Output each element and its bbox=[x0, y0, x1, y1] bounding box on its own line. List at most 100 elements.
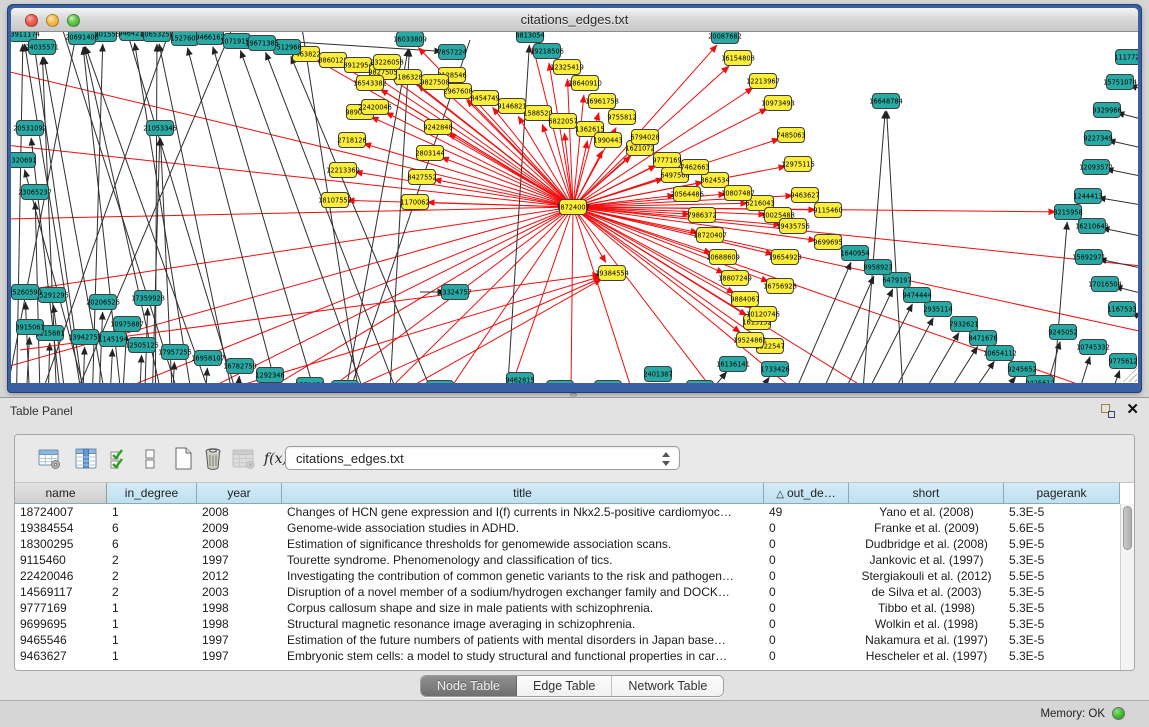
column-header-title[interactable]: title bbox=[282, 483, 764, 504]
column-header-pagerank[interactable]: pagerank bbox=[1004, 483, 1120, 504]
graph-node[interactable]: 23226058 bbox=[370, 55, 404, 70]
column-header-out_de[interactable]: △out_de… bbox=[764, 483, 849, 504]
graph-node[interactable]: 10653257 bbox=[140, 32, 174, 42]
graph-node[interactable]: 10122115 bbox=[591, 381, 625, 384]
graph-node[interactable]: 1733426 bbox=[760, 362, 789, 377]
graph-node[interactable]: 8958923 bbox=[863, 260, 892, 275]
graph-node[interactable]: 16543382 bbox=[353, 76, 387, 91]
graph-node[interactable]: 12505125 bbox=[125, 338, 159, 353]
graph-node[interactable]: 7485063 bbox=[776, 128, 805, 143]
graph-node[interactable]: 16782759 bbox=[223, 359, 257, 374]
graph-node[interactable]: 1640954 bbox=[840, 246, 869, 261]
graph-node[interactable]: 19218506 bbox=[530, 44, 564, 59]
graph-node[interactable]: 1145194 bbox=[98, 332, 127, 347]
graph-node[interactable]: 18640910 bbox=[568, 76, 602, 91]
graph-node[interactable]: 12325419 bbox=[550, 60, 584, 75]
graph-node[interactable]: 9755812 bbox=[607, 110, 636, 125]
graph-node[interactable]: 1244413 bbox=[1073, 189, 1102, 204]
graph-node[interactable]: 12093572 bbox=[1079, 160, 1113, 175]
graph-node[interactable]: 20206526 bbox=[86, 295, 120, 310]
graph-node[interactable]: 8813054 bbox=[515, 32, 544, 43]
graph-node[interactable]: 9242848 bbox=[423, 120, 452, 135]
graph-node[interactable]: 19435756 bbox=[776, 219, 810, 234]
graph-node[interactable]: 17016504 bbox=[1088, 277, 1122, 292]
graph-node[interactable]: 16756928 bbox=[763, 279, 797, 294]
graph-node[interactable]: 1962515 bbox=[545, 381, 574, 384]
graph-node[interactable]: 9775612 bbox=[1108, 354, 1137, 369]
graph-node[interactable]: 7462663 bbox=[680, 160, 709, 175]
table-row[interactable]: 1456911722003Disruption of a novel membe… bbox=[15, 584, 1120, 600]
graph-node[interactable]: 18724007 bbox=[556, 200, 590, 215]
graph-node[interactable]: 3215958 bbox=[1053, 205, 1082, 220]
close-panel-icon[interactable]: ✕ bbox=[1126, 401, 1139, 419]
graph-node[interactable]: 9463627 bbox=[790, 188, 819, 203]
show-columns-icon[interactable] bbox=[73, 446, 99, 472]
graph-node[interactable]: 16961758 bbox=[585, 94, 619, 109]
graph-node[interactable]: 9827508 bbox=[420, 75, 449, 90]
unselect-all-icon[interactable] bbox=[137, 446, 163, 472]
graph-node[interactable]: 1292346 bbox=[255, 368, 284, 383]
column-header-name[interactable]: name bbox=[15, 483, 107, 504]
table-row[interactable]: 946362711997Embryonic stem cells: a mode… bbox=[15, 648, 1120, 664]
graph-node[interactable]: 2803144 bbox=[415, 146, 444, 161]
graph-node[interactable]: 7857224 bbox=[437, 45, 466, 60]
graph-node[interactable]: 9884067 bbox=[730, 292, 759, 307]
graph-node[interactable]: 7986372 bbox=[687, 208, 716, 223]
graph-node[interactable]: 1117725 bbox=[1114, 50, 1138, 65]
graph-node[interactable]: 2401387 bbox=[643, 367, 672, 382]
graph-node[interactable]: 9462815 bbox=[505, 373, 534, 384]
graph-node[interactable]: 10973493 bbox=[761, 96, 795, 111]
table-row[interactable]: 946554611997Estimation of the future num… bbox=[15, 632, 1120, 648]
table-select-dropdown[interactable]: citations_edges.txt bbox=[285, 446, 680, 470]
scrollbar-thumb[interactable] bbox=[1123, 506, 1132, 550]
graph-node[interactable]: 12213369 bbox=[326, 163, 360, 178]
column-header-short[interactable]: short bbox=[849, 483, 1004, 504]
graph-node[interactable]: 16154808 bbox=[721, 51, 755, 66]
vertical-scrollbar[interactable] bbox=[1120, 504, 1134, 670]
graph-node[interactable]: 18807249 bbox=[718, 271, 752, 286]
graph-node[interactable]: 10688609 bbox=[706, 250, 740, 265]
graph-node[interactable]: 9115460 bbox=[813, 203, 842, 218]
graph-node[interactable]: 19654923 bbox=[768, 250, 802, 265]
graph-node[interactable]: 9571958 bbox=[295, 378, 324, 384]
graph-node[interactable]: 9227349 bbox=[1083, 131, 1112, 146]
graph-node[interactable]: 9474444 bbox=[902, 288, 931, 303]
graph-node[interactable]: 13942757 bbox=[68, 330, 102, 345]
graph-node[interactable]: 2320691 bbox=[11, 153, 37, 168]
graph-node[interactable]: 9777169 bbox=[652, 153, 681, 168]
graph-node[interactable]: 12975115 bbox=[781, 157, 815, 172]
graph-node[interactable]: 21053346 bbox=[143, 121, 177, 136]
graph-node[interactable]: 2718126 bbox=[337, 133, 366, 148]
graph-node[interactable]: 3915061 bbox=[15, 320, 44, 335]
graph-node[interactable]: 6794028 bbox=[630, 130, 659, 145]
table-row[interactable]: 1830029562008Estimation of significance … bbox=[15, 536, 1120, 552]
delete-table-icon[interactable] bbox=[231, 446, 257, 472]
graph-node[interactable]: 19384554 bbox=[595, 266, 629, 281]
network-canvas[interactable]: 1052357111568111177251145194116753311700… bbox=[11, 32, 1138, 383]
graph-node[interactable]: 8186328 bbox=[393, 70, 422, 85]
graph-node[interactable]: 1990443 bbox=[593, 133, 622, 148]
graph-node[interactable]: 16648784 bbox=[869, 94, 903, 109]
graph-node[interactable]: 25260590 bbox=[11, 285, 42, 300]
table-row[interactable]: 1872400712008Changes of HCN gene express… bbox=[15, 504, 1120, 520]
graph-node[interactable]: 9146821 bbox=[497, 99, 526, 114]
graph-node[interactable]: 8135545 bbox=[425, 381, 454, 384]
graph-node[interactable]: 9245052 bbox=[1048, 325, 1077, 340]
tab-edge-table[interactable]: Edge Table bbox=[517, 676, 612, 696]
graph-node[interactable]: 16210643 bbox=[1075, 219, 1109, 234]
graph-node[interactable]: 15692971 bbox=[1072, 250, 1106, 265]
graph-node[interactable]: 1167533 bbox=[1107, 302, 1136, 317]
graph-node[interactable]: 19328116 bbox=[683, 381, 717, 384]
table-row[interactable]: 969969511998Structural magnetic resonanc… bbox=[15, 616, 1120, 632]
graph-node[interactable]: 10807487 bbox=[721, 186, 755, 201]
table-row[interactable]: 911546021997Tourette syndrome. Phenomeno… bbox=[15, 552, 1120, 568]
table-settings-icon[interactable] bbox=[37, 446, 63, 472]
tab-node-table[interactable]: Node Table bbox=[421, 676, 517, 696]
graph-node[interactable]: 15751074 bbox=[1103, 75, 1137, 90]
graph-node[interactable]: 16136141 bbox=[716, 357, 750, 372]
graph-node[interactable]: 8454749 bbox=[470, 91, 499, 106]
graph-node[interactable]: 8471676 bbox=[968, 331, 997, 346]
graph-node[interactable]: 19671385 bbox=[245, 36, 279, 51]
graph-node[interactable]: 9699695 bbox=[813, 235, 842, 250]
graph-node[interactable]: 20531092 bbox=[13, 121, 47, 136]
